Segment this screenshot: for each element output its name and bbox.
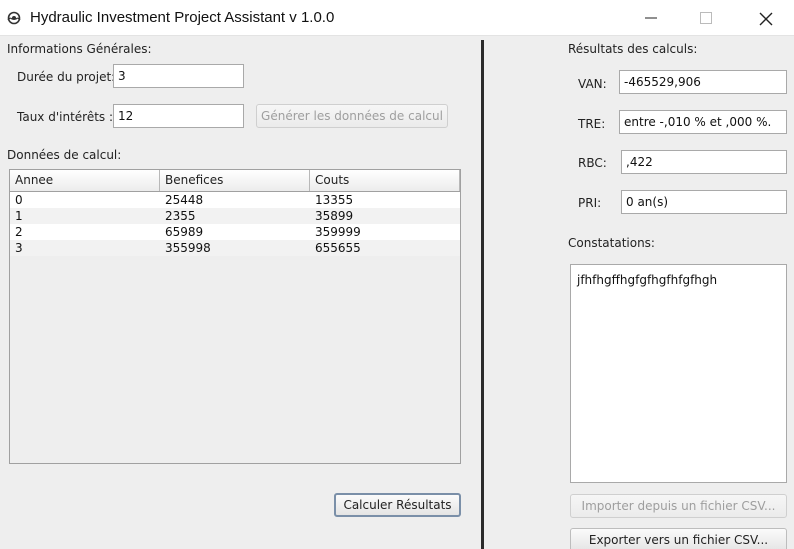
column-header-couts[interactable]: Couts <box>310 170 460 191</box>
panel-splitter[interactable] <box>481 40 484 549</box>
table-cell[interactable]: 25448 <box>160 192 310 208</box>
column-header-benefices[interactable]: Benefices <box>160 170 310 191</box>
interest-rate-label: Taux d'intérêts : <box>17 110 114 124</box>
table-row[interactable]: 3 355998 655655 <box>10 240 460 256</box>
rbc-field[interactable]: ,422 <box>621 150 787 174</box>
generate-data-button[interactable]: Générer les données de calcul <box>256 104 448 128</box>
calc-data-label: Données de calcul: <box>7 148 122 162</box>
table-body: 0 25448 13355 1 2355 35899 2 65989 35999… <box>10 192 460 256</box>
table-cell[interactable]: 359999 <box>310 224 460 240</box>
duration-label: Durée du projet: <box>17 70 116 84</box>
close-button[interactable] <box>742 0 788 36</box>
close-icon <box>759 12 773 26</box>
title-bar: Hydraulic Investment Project Assistant v… <box>0 0 794 36</box>
maximize-button[interactable] <box>683 0 729 36</box>
data-table[interactable]: Annee Benefices Couts 0 25448 13355 1 23… <box>9 169 461 464</box>
tre-field[interactable]: entre -,010 % et ,000 %. <box>619 110 787 134</box>
gear-cloud-icon <box>7 11 21 25</box>
table-cell[interactable]: 0 <box>10 192 160 208</box>
table-cell[interactable]: 3 <box>10 240 160 256</box>
results-label: Résultats des calculs: <box>568 42 698 56</box>
tre-label: TRE: <box>578 117 606 131</box>
calculate-results-button[interactable]: Calculer Résultats <box>334 493 461 517</box>
rbc-label: RBC: <box>578 156 607 170</box>
interest-rate-input[interactable]: 12 <box>113 104 244 128</box>
table-cell[interactable]: 1 <box>10 208 160 224</box>
column-header-annee[interactable]: Annee <box>10 170 160 191</box>
van-field[interactable]: -465529,906 <box>619 70 787 94</box>
minimize-icon <box>645 17 657 19</box>
table-cell[interactable]: 2355 <box>160 208 310 224</box>
export-csv-button[interactable]: Exporter vers un fichier CSV... <box>570 528 787 549</box>
constatations-label: Constatations: <box>568 236 655 250</box>
table-cell[interactable]: 13355 <box>310 192 460 208</box>
import-csv-button[interactable]: Importer depuis un fichier CSV... <box>570 494 787 518</box>
table-row[interactable]: 0 25448 13355 <box>10 192 460 208</box>
general-info-label: Informations Générales: <box>7 42 152 56</box>
maximize-icon <box>700 12 712 24</box>
van-label: VAN: <box>578 77 607 91</box>
table-header: Annee Benefices Couts <box>10 170 460 192</box>
table-cell[interactable]: 2 <box>10 224 160 240</box>
table-cell[interactable]: 35899 <box>310 208 460 224</box>
constatations-textarea[interactable]: jfhfhgffhgfgfhgfhfgfhgh <box>570 264 787 483</box>
table-row[interactable]: 2 65989 359999 <box>10 224 460 240</box>
pri-field[interactable]: 0 an(s) <box>621 190 787 214</box>
table-cell[interactable]: 655655 <box>310 240 460 256</box>
window-title: Hydraulic Investment Project Assistant v… <box>30 9 335 26</box>
pri-label: PRI: <box>578 196 602 210</box>
table-cell[interactable]: 65989 <box>160 224 310 240</box>
minimize-button[interactable] <box>628 0 674 36</box>
table-row[interactable]: 1 2355 35899 <box>10 208 460 224</box>
table-cell[interactable]: 355998 <box>160 240 310 256</box>
duration-input[interactable]: 3 <box>113 64 244 88</box>
